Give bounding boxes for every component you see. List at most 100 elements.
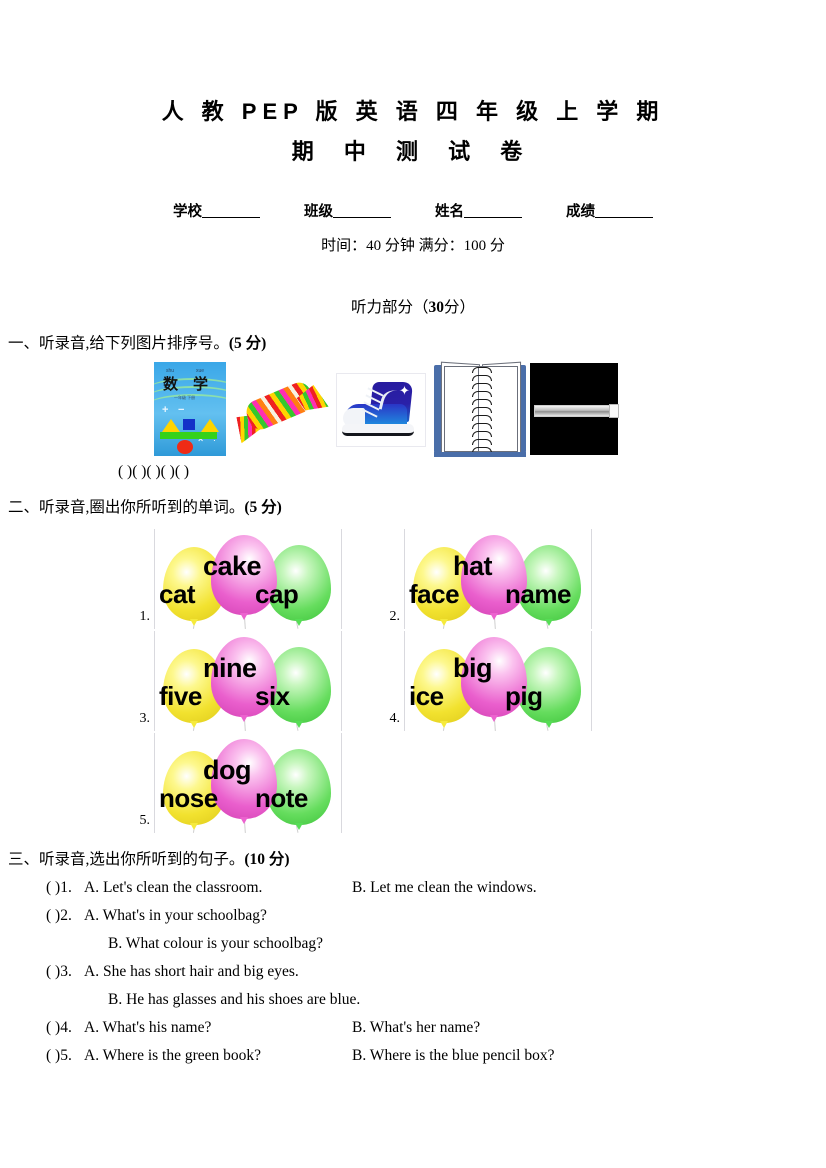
balloon-image[interactable]: dog nose note: [154, 733, 342, 833]
option-b[interactable]: B. What colour is your schoolbag?: [108, 935, 323, 953]
option-b[interactable]: B. Let me clean the windows.: [352, 879, 537, 897]
balloon-word-middle[interactable]: cake: [203, 551, 262, 582]
ruler-illustration: [530, 363, 619, 455]
answer-bracket[interactable]: ( )4.: [46, 1019, 84, 1037]
picture-math-textbook: shu xue 数 学 一年级 下册 + − × ÷: [152, 361, 230, 457]
field-class-blank[interactable]: [333, 217, 391, 218]
field-class: 班级: [304, 200, 391, 221]
balloon-item-4: 4. big ice pig: [378, 631, 628, 731]
balloon-image[interactable]: cake cat cap: [154, 529, 342, 629]
answer-bracket[interactable]: ( )5.: [46, 1047, 84, 1065]
option-a[interactable]: A. What's his name?: [84, 1019, 352, 1037]
answer-bracket[interactable]: ( ): [175, 463, 189, 481]
field-school-blank[interactable]: [202, 217, 260, 218]
green-bar-icon: [160, 432, 217, 439]
field-class-label: 班级: [304, 204, 333, 220]
field-score-blank[interactable]: [595, 217, 653, 218]
ruler-body: [534, 405, 616, 417]
balloon-word-middle[interactable]: big: [453, 653, 493, 684]
balloon-image[interactable]: hat face name: [404, 529, 592, 629]
chinese-char-xue: 学: [193, 377, 209, 393]
balloon-word-right[interactable]: cap: [255, 579, 299, 610]
option-a[interactable]: A. She has short hair and big eyes.: [84, 963, 352, 981]
balloon-word-right[interactable]: pig: [505, 681, 543, 712]
answer-bracket[interactable]: ( ): [161, 463, 175, 481]
balloon-word-left[interactable]: cat: [159, 579, 196, 610]
sentence-item-2: ( )2. A. What's in your schoolbag?: [46, 907, 826, 925]
answer-bracket[interactable]: ( ): [118, 463, 132, 481]
spiral-ring-icon: [472, 367, 492, 373]
balloon-row: 1. cake cat cap 2. hat face name: [128, 527, 628, 629]
question-2-heading: 二、听录音,圈出你所听到的单词。(5 分): [8, 495, 826, 517]
picture-candy: [230, 361, 330, 457]
option-a[interactable]: A. What's in your schoolbag?: [84, 907, 352, 925]
option-a[interactable]: A. Let's clean the classroom.: [84, 879, 352, 897]
sneaker-illustration: ✦: [336, 373, 426, 447]
balloon-item-5: 5. dog nose note: [128, 733, 378, 833]
balloon-word-left[interactable]: face: [409, 579, 460, 610]
spiral-ring-icon: [472, 407, 492, 413]
question-1-answer-brackets: ( )( )( )( )( ): [118, 463, 826, 481]
blue-square-icon: [183, 419, 195, 430]
question-1-picture-row: shu xue 数 学 一年级 下册 + − × ÷ ✦: [152, 361, 826, 457]
field-school-label: 学校: [173, 204, 202, 220]
textbook-subtitle: 一年级 下册: [174, 395, 196, 400]
balloon-word-right[interactable]: six: [255, 681, 290, 712]
question-2-points: (5 分): [244, 499, 282, 516]
option-b[interactable]: B. He has glasses and his shoes are blue…: [108, 991, 360, 1009]
answer-bracket[interactable]: ( )1.: [46, 879, 84, 897]
page-title-line-2: 期 中 测 试 卷: [291, 139, 535, 164]
option-b[interactable]: B. What's her name?: [352, 1019, 480, 1037]
balloon-word-right[interactable]: note: [255, 783, 308, 814]
red-circle-icon: [177, 440, 193, 454]
picture-notebook: [430, 361, 530, 457]
spiral-ring-icon: [472, 391, 492, 397]
balloon-item-3: 3. nine five six: [128, 631, 378, 731]
listening-part-points: 30: [428, 299, 445, 316]
balloon-image[interactable]: nine five six: [154, 631, 342, 731]
sentence-item-3-option-b-line: B. He has glasses and his shoes are blue…: [108, 991, 826, 1009]
candy-illustration: [236, 369, 328, 449]
spiral-ring-icon: [472, 431, 492, 437]
field-name-blank[interactable]: [464, 217, 522, 218]
balloon-item-number: 3.: [139, 711, 151, 726]
balloon-word-middle[interactable]: hat: [453, 551, 493, 582]
option-a[interactable]: A. Where is the green book?: [84, 1047, 352, 1065]
answer-bracket[interactable]: ( )2.: [46, 907, 84, 925]
balloon-word-left[interactable]: five: [159, 681, 202, 712]
balloon-item-number: 5.: [139, 813, 151, 828]
balloon-row: 5. dog nose note: [128, 731, 628, 833]
balloon-word-middle[interactable]: nine: [203, 653, 257, 684]
chinese-char-shu: 数: [163, 377, 179, 393]
answer-bracket[interactable]: ( )3.: [46, 963, 84, 981]
picture-sneaker: ✦: [330, 361, 430, 457]
math-textbook-cover: shu xue 数 学 一年级 下册 + − × ÷: [154, 362, 226, 456]
sentence-item-3: ( )3. A. She has short hair and big eyes…: [46, 963, 826, 981]
answer-bracket[interactable]: ( ): [132, 463, 146, 481]
spiral-ring-icon: [472, 399, 492, 405]
spiral-ring-icon: [472, 375, 492, 381]
balloon-row: 3. nine five six 4. big ice pig: [128, 629, 628, 731]
question-2-balloon-grid: 1. cake cat cap 2. hat face name 3. nine…: [128, 527, 628, 833]
option-b[interactable]: B. Where is the blue pencil box?: [352, 1047, 554, 1065]
answer-bracket[interactable]: ( ): [146, 463, 160, 481]
exam-paper-page: 人 教 PEP 版 英 语 四 年 级 上 学 期 期 中 测 试 卷 学校 班…: [0, 0, 826, 1168]
field-school: 学校: [173, 200, 260, 221]
field-name-label: 姓名: [435, 204, 464, 220]
balloon-word-left[interactable]: ice: [409, 681, 444, 712]
balloon-item-number: 1.: [139, 609, 151, 624]
balloon-word-middle[interactable]: dog: [203, 755, 251, 786]
star-icon: ✦: [399, 383, 410, 398]
listening-part-text: 听力部分（: [350, 299, 429, 316]
time-and-total-score: 时间：40 分钟 满分：100 分: [321, 238, 505, 254]
sentence-item-5: ( )5. A. Where is the green book? B. Whe…: [46, 1047, 826, 1065]
yellow-triangle-icon: [162, 419, 180, 432]
student-info-row: 学校 班级 姓名 成绩: [0, 200, 826, 221]
balloon-word-right[interactable]: name: [505, 579, 571, 610]
yellow-triangle-icon: [201, 419, 219, 432]
balloon-item-1: 1. cake cat cap: [128, 529, 378, 629]
balloon-image[interactable]: big ice pig: [404, 631, 592, 731]
notebook-base: [434, 452, 526, 457]
question-1-heading: 一、听录音,给下列图片排序号。(5 分): [8, 331, 826, 353]
balloon-word-left[interactable]: nose: [159, 783, 218, 814]
